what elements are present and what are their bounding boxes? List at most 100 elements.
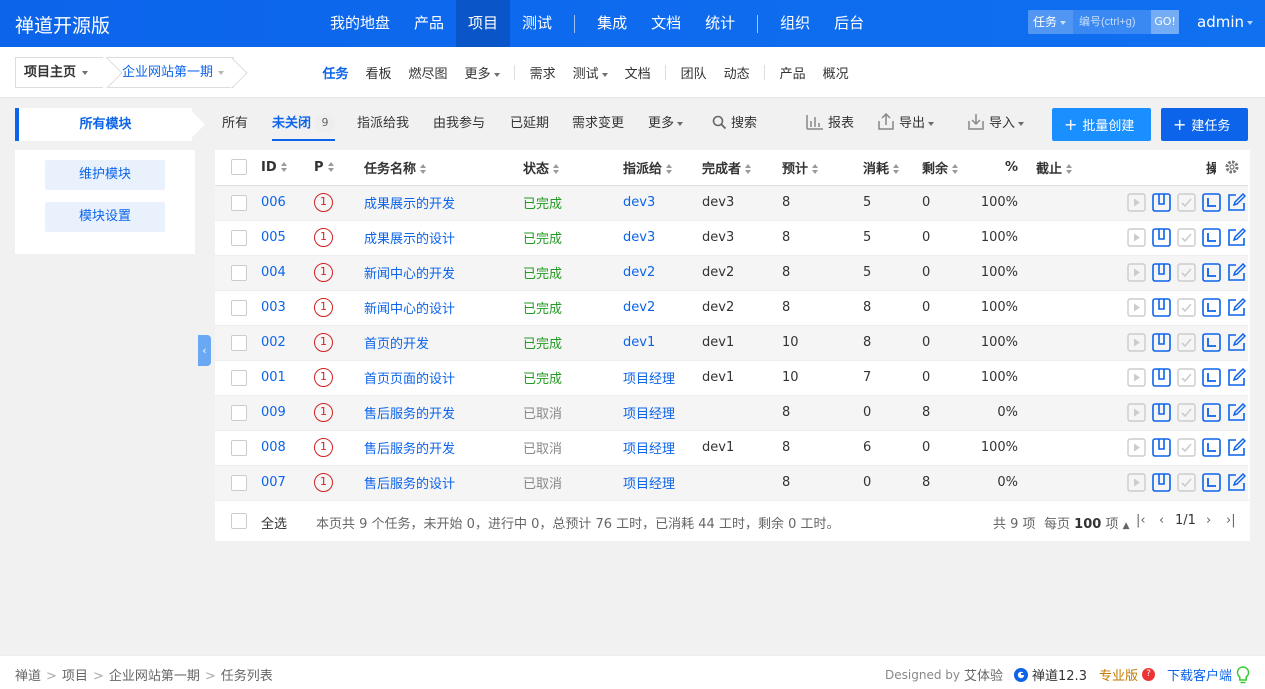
download-client-link[interactable]: 下载客户端 (1167, 665, 1232, 684)
first-page-icon[interactable]: |‹ (1136, 513, 1146, 528)
search-type-select[interactable]: 任务 (1028, 10, 1073, 34)
row-select-cell[interactable] (215, 430, 261, 466)
start-task-icon[interactable] (1127, 368, 1146, 387)
filter-all[interactable]: 所有 (222, 108, 248, 139)
designer-link[interactable]: 艾体验 (964, 665, 1003, 684)
batch-create-button[interactable]: + 批量创建 (1052, 108, 1151, 141)
per-page-select[interactable]: 每页 100 项 ▲ (1044, 513, 1130, 532)
row-checkbox[interactable] (231, 299, 247, 316)
record-effort-icon[interactable] (1202, 228, 1221, 247)
row-checkbox[interactable] (231, 404, 247, 421)
nav-project[interactable]: 项目 (456, 0, 511, 47)
edit-task-icon[interactable] (1227, 297, 1247, 317)
col-consumed[interactable]: 消耗 (863, 150, 922, 186)
table-row[interactable]: 001 1 首页页面的设计 已完成 项目经理 dev1 10 7 0 100% (215, 360, 1248, 396)
subnav-view[interactable]: 概况 (814, 63, 857, 82)
filter-involved[interactable]: 由我参与 (433, 108, 485, 139)
search-input[interactable] (1073, 10, 1151, 34)
module-tree-tab[interactable]: 所有模块 (15, 108, 192, 141)
footer-crumb-project[interactable]: 项目 (62, 669, 88, 684)
task-id-link[interactable]: 006 (261, 195, 286, 210)
subnav-dynamic[interactable]: 动态 (715, 63, 758, 82)
record-effort-icon[interactable] (1202, 403, 1221, 422)
finish-task-icon[interactable] (1152, 438, 1171, 457)
filter-assigned-to-me[interactable]: 指派给我 (357, 108, 409, 139)
table-row[interactable]: 007 1 售后服务的设计 已取消 项目经理 8 0 8 0% (215, 465, 1248, 501)
assigned-to-link[interactable]: 项目经理 (623, 442, 675, 457)
edit-task-icon[interactable] (1227, 262, 1247, 282)
record-effort-icon[interactable] (1202, 263, 1221, 282)
row-select-cell[interactable] (215, 255, 261, 291)
close-task-icon[interactable] (1177, 298, 1196, 317)
row-select-cell[interactable] (215, 185, 261, 221)
nav-company[interactable]: 组织 (768, 0, 822, 47)
close-task-icon[interactable] (1177, 193, 1196, 212)
task-name-link[interactable]: 售后服务的开发 (364, 442, 455, 457)
table-row[interactable]: 009 1 售后服务的开发 已取消 项目经理 8 0 8 0% (215, 395, 1248, 431)
breadcrumb-project[interactable]: 企业网站第一期 (106, 57, 234, 88)
table-row[interactable]: 002 1 首页的开发 已完成 dev1 dev1 10 8 0 100% (215, 325, 1248, 361)
task-name-link[interactable]: 售后服务的设计 (364, 477, 455, 492)
task-id-link[interactable]: 003 (261, 300, 286, 315)
nav-my[interactable]: 我的地盘 (318, 0, 402, 47)
footer-crumb-current-project[interactable]: 企业网站第一期 (109, 669, 200, 684)
finish-task-icon[interactable] (1152, 193, 1171, 212)
nav-product[interactable]: 产品 (402, 0, 456, 47)
record-effort-icon[interactable] (1202, 298, 1221, 317)
task-id-link[interactable]: 001 (261, 370, 286, 385)
filter-unclosed[interactable]: 未关闭 9 (272, 108, 336, 141)
close-task-icon[interactable] (1177, 228, 1196, 247)
start-task-icon[interactable] (1127, 403, 1146, 422)
nav-report[interactable]: 统计 (693, 0, 747, 47)
table-row[interactable]: 008 1 售后服务的开发 已取消 项目经理 dev1 8 6 0 100% (215, 430, 1248, 466)
finish-task-icon[interactable] (1152, 333, 1171, 352)
col-status[interactable]: 状态 (523, 150, 623, 186)
col-name[interactable]: 任务名称 (364, 150, 523, 186)
assigned-to-link[interactable]: dev3 (623, 195, 655, 210)
subnav-product[interactable]: 产品 (771, 63, 814, 82)
assigned-to-link[interactable]: 项目经理 (623, 407, 675, 422)
create-task-button[interactable]: + 建任务 (1161, 108, 1248, 141)
sidebar-collapse-toggle[interactable]: ‹ (198, 335, 211, 366)
record-effort-icon[interactable] (1202, 333, 1221, 352)
subnav-story[interactable]: 需求 (521, 63, 564, 82)
row-select-cell[interactable] (215, 290, 261, 326)
start-task-icon[interactable] (1127, 438, 1146, 457)
row-checkbox[interactable] (231, 194, 247, 211)
next-page-icon[interactable]: › (1206, 513, 1211, 528)
import-button[interactable]: 导入 (967, 108, 1025, 139)
assigned-to-link[interactable]: dev1 (623, 335, 655, 350)
nav-doc[interactable]: 文档 (639, 0, 693, 47)
finish-task-icon[interactable] (1152, 298, 1171, 317)
task-id-link[interactable]: 005 (261, 230, 286, 245)
close-task-icon[interactable] (1177, 403, 1196, 422)
col-pri[interactable]: P (314, 150, 364, 186)
filter-story-changed[interactable]: 需求变更 (572, 108, 624, 139)
record-effort-icon[interactable] (1202, 368, 1221, 387)
filter-more[interactable]: 更多 (648, 108, 684, 139)
task-id-link[interactable]: 007 (261, 475, 286, 490)
row-select-cell[interactable] (215, 220, 261, 256)
header-checkbox[interactable] (231, 159, 247, 176)
finish-task-icon[interactable] (1152, 368, 1171, 387)
task-name-link[interactable]: 首页的开发 (364, 337, 429, 352)
task-name-link[interactable]: 售后服务的开发 (364, 407, 455, 422)
task-id-link[interactable]: 004 (261, 265, 286, 280)
subnav-task[interactable]: 任务 (314, 63, 357, 82)
select-all-label[interactable]: 全选 (261, 513, 287, 532)
breadcrumb-home[interactable]: 项目主页 (15, 57, 103, 88)
export-button[interactable]: 导出 (877, 108, 935, 139)
col-deadline[interactable]: 截止 (1028, 150, 1088, 186)
task-name-link[interactable]: 成果展示的设计 (364, 232, 455, 247)
gear-icon[interactable] (1224, 159, 1240, 175)
task-id-link[interactable]: 002 (261, 335, 286, 350)
last-page-icon[interactable]: ›| (1226, 513, 1236, 528)
search-toggle[interactable]: 搜索 (712, 108, 757, 139)
pro-edition-link[interactable]: 专业版 (1099, 665, 1138, 684)
row-select-cell[interactable] (215, 325, 261, 361)
assigned-to-link[interactable]: dev2 (623, 265, 655, 280)
footer-crumb-home[interactable]: 禅道 (15, 669, 41, 684)
close-task-icon[interactable] (1177, 333, 1196, 352)
task-name-link[interactable]: 新闻中心的设计 (364, 302, 455, 317)
assigned-to-link[interactable]: 项目经理 (623, 372, 675, 387)
